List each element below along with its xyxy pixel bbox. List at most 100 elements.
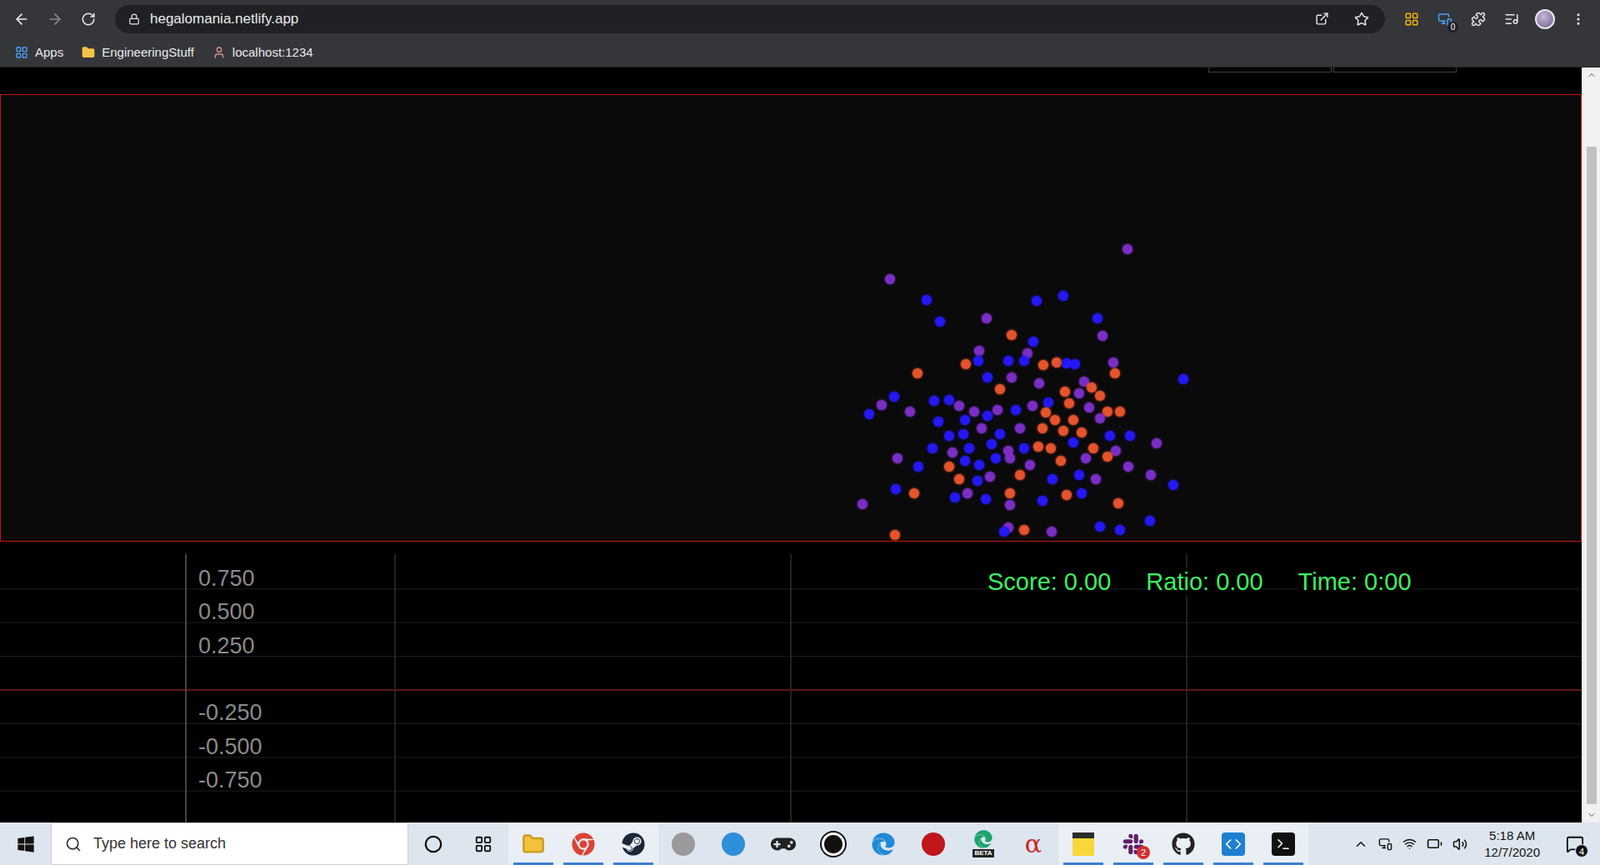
particle bbox=[892, 453, 903, 464]
menu-button[interactable] bbox=[1563, 4, 1594, 35]
bookmark[interactable]: localhost:1234 bbox=[212, 45, 314, 60]
taskbar-app[interactable] bbox=[1258, 822, 1309, 865]
extension-button[interactable]: 0 bbox=[1430, 4, 1460, 35]
folder-icon bbox=[521, 832, 545, 856]
page-button[interactable] bbox=[1333, 67, 1457, 73]
particle bbox=[962, 488, 973, 499]
start-button[interactable] bbox=[0, 822, 51, 865]
particle bbox=[1010, 405, 1021, 415]
media-button[interactable] bbox=[1496, 4, 1527, 35]
particle bbox=[1108, 357, 1119, 368]
notification-button[interactable]: 4 bbox=[1556, 825, 1594, 863]
bookmark-star-button[interactable] bbox=[1346, 4, 1377, 35]
scroll-thumb[interactable] bbox=[1586, 146, 1597, 805]
stat-label: Time: 0:00 bbox=[1298, 568, 1412, 596]
meet-icon bbox=[1378, 836, 1393, 851]
taskbar-app[interactable] bbox=[608, 822, 659, 865]
particle bbox=[1027, 400, 1038, 411]
taskbar-app[interactable] bbox=[1058, 822, 1109, 865]
page-button[interactable] bbox=[1208, 67, 1332, 73]
notification-badge: 4 bbox=[1575, 844, 1589, 858]
particle bbox=[1061, 358, 1072, 369]
app-badge: 2 bbox=[1136, 845, 1150, 860]
particle bbox=[1074, 470, 1085, 480]
reload-button[interactable] bbox=[73, 4, 104, 35]
clock[interactable]: 5:18 AM12/7/2020 bbox=[1477, 827, 1547, 861]
particle bbox=[964, 443, 975, 454]
particle bbox=[1076, 488, 1087, 499]
particle bbox=[905, 406, 915, 417]
particle bbox=[986, 439, 997, 450]
taskbar-app[interactable] bbox=[808, 822, 859, 865]
particle bbox=[890, 530, 900, 540]
stat-label: Ratio: 0.00 bbox=[1145, 568, 1263, 596]
taskbar-app[interactable] bbox=[758, 822, 809, 865]
tick-label: 0.250 bbox=[198, 633, 255, 659]
chevron-down-icon bbox=[1586, 810, 1597, 820]
particle bbox=[1115, 406, 1125, 417]
particle bbox=[1028, 336, 1039, 347]
particle bbox=[995, 429, 1005, 440]
bookmark[interactable]: Apps bbox=[15, 45, 64, 60]
external-link-icon bbox=[1315, 11, 1330, 26]
taskbar-app[interactable] bbox=[458, 822, 509, 865]
tick-label: 0.500 bbox=[198, 599, 255, 625]
forward-button[interactable] bbox=[40, 4, 70, 35]
back-button[interactable] bbox=[6, 4, 37, 35]
folder-icon bbox=[81, 45, 95, 60]
particle bbox=[1037, 495, 1048, 506]
particle bbox=[972, 475, 983, 486]
chevron-up-icon bbox=[1353, 836, 1369, 852]
particle bbox=[1084, 402, 1095, 413]
particle bbox=[857, 499, 868, 510]
taskbar-search[interactable]: Type here to search bbox=[50, 822, 409, 865]
taskbar-app[interactable] bbox=[708, 822, 759, 865]
particle bbox=[1055, 455, 1066, 466]
bookmark[interactable]: EngineeringStuff bbox=[81, 45, 195, 60]
taskbar-app[interactable] bbox=[558, 822, 609, 865]
particle bbox=[1019, 355, 1030, 366]
tick-label: 0.750 bbox=[198, 565, 255, 591]
particle bbox=[958, 429, 969, 440]
particle bbox=[1115, 525, 1125, 535]
particle bbox=[1151, 438, 1162, 449]
terminal-icon bbox=[1271, 832, 1295, 856]
top-strip bbox=[0, 67, 1582, 95]
particle bbox=[912, 368, 923, 379]
taskbar-app[interactable] bbox=[1158, 822, 1209, 865]
taskbar-app[interactable]: BETA bbox=[958, 822, 1009, 865]
particle bbox=[1105, 430, 1115, 441]
particle bbox=[1043, 397, 1054, 408]
taskbar-app[interactable] bbox=[508, 822, 559, 865]
particle bbox=[909, 488, 920, 499]
profile-button[interactable] bbox=[1530, 4, 1560, 35]
particle bbox=[1123, 461, 1134, 472]
address-bar[interactable]: hegalomania.netlify.app bbox=[115, 5, 1385, 34]
vscode-icon bbox=[1221, 832, 1245, 856]
arrow-right-icon bbox=[46, 10, 64, 28]
particle bbox=[981, 313, 992, 324]
particle bbox=[982, 372, 993, 383]
site-icon bbox=[212, 45, 226, 60]
particle bbox=[950, 492, 960, 503]
particle bbox=[1178, 374, 1189, 385]
taskbar-app[interactable] bbox=[858, 822, 909, 865]
scroll-up-button[interactable] bbox=[1586, 67, 1597, 83]
particle bbox=[1003, 355, 1014, 366]
particle bbox=[973, 355, 984, 366]
taskbar-app[interactable] bbox=[1208, 822, 1259, 865]
apps-extension-button[interactable] bbox=[1396, 4, 1427, 35]
alpha-icon: α bbox=[1025, 831, 1042, 857]
particle bbox=[921, 295, 932, 305]
taskbar-app[interactable]: α bbox=[1008, 822, 1059, 865]
sticky-notes-icon bbox=[1072, 832, 1095, 856]
taskbar-app[interactable] bbox=[408, 822, 459, 865]
taskbar-app[interactable] bbox=[908, 822, 959, 865]
extensions-button[interactable] bbox=[1463, 4, 1494, 35]
gamepad-icon bbox=[770, 831, 796, 857]
scroll-down-button[interactable] bbox=[1586, 807, 1597, 823]
taskbar-app[interactable]: 2 bbox=[1108, 822, 1159, 865]
open-in-app-button[interactable] bbox=[1306, 4, 1337, 35]
taskbar-app[interactable] bbox=[658, 822, 709, 865]
scrollbar[interactable] bbox=[1581, 67, 1600, 823]
